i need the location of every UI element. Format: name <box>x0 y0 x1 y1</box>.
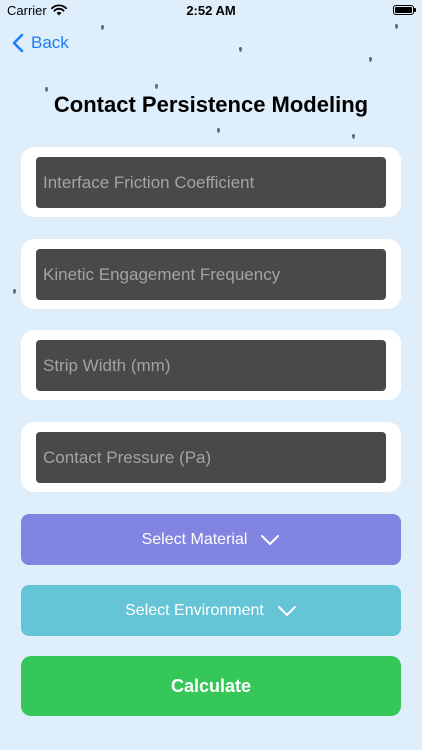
select-material-button[interactable]: Select Material <box>21 514 401 565</box>
engagement-frequency-card <box>21 239 401 309</box>
back-label: Back <box>31 33 69 52</box>
status-time: 2:52 AM <box>186 3 236 18</box>
calculate-button[interactable]: Calculate <box>21 656 401 716</box>
strip-width-card <box>21 330 401 400</box>
rain-drop-decoration <box>352 134 355 139</box>
rain-drop-decoration <box>217 128 220 133</box>
select-environment-label: Select Environment <box>125 601 264 619</box>
rain-drop-decoration <box>239 47 242 52</box>
rain-drop-decoration <box>13 289 16 294</box>
battery-icon <box>393 5 416 15</box>
contact-pressure-card <box>21 422 401 492</box>
chevron-down-icon <box>277 605 296 616</box>
friction-coefficient-input[interactable] <box>36 157 386 208</box>
rain-drop-decoration <box>369 57 372 62</box>
page-title: Contact Persistence Modeling <box>53 92 369 117</box>
rain-drop-decoration <box>395 24 398 29</box>
rain-drop-decoration <box>155 84 158 89</box>
contact-pressure-input[interactable] <box>36 432 386 483</box>
engagement-frequency-input[interactable] <box>36 249 386 300</box>
status-bar: Carrier 2:52 AM <box>0 0 422 22</box>
select-environment-button[interactable]: Select Environment <box>21 585 401 636</box>
chevron-left-icon <box>12 33 24 53</box>
calculate-label: Calculate <box>170 675 252 696</box>
chevron-down-icon <box>261 534 280 545</box>
strip-width-input[interactable] <box>36 340 386 391</box>
select-material-label: Select Material <box>141 530 248 548</box>
friction-coefficient-card <box>21 147 401 217</box>
rain-drop-decoration <box>101 25 104 30</box>
back-button[interactable]: Back <box>12 33 69 53</box>
